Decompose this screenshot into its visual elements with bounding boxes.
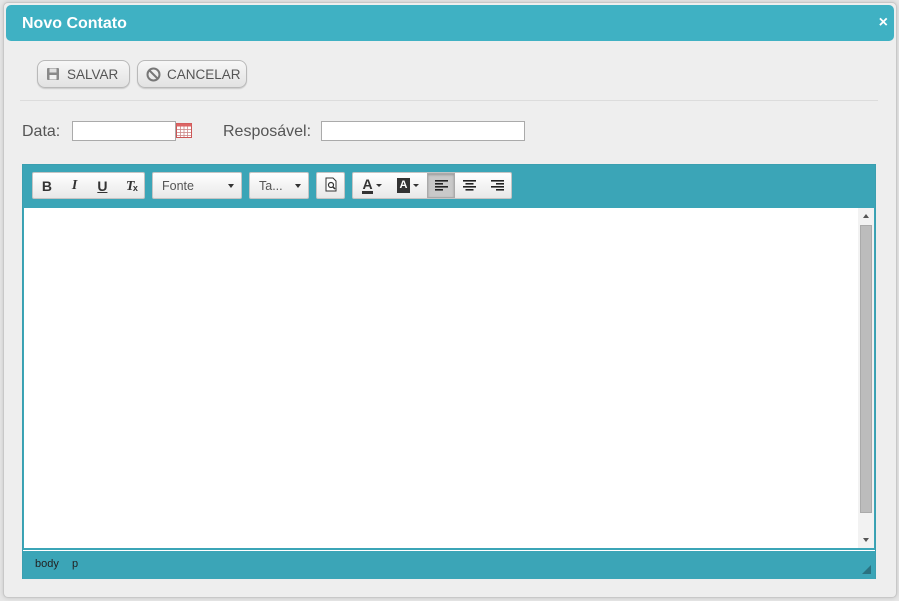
align-right-button[interactable]	[483, 173, 511, 198]
text-color-icon: A	[362, 177, 382, 194]
calendar-icon[interactable]	[176, 122, 192, 138]
bg-color-button[interactable]: A	[389, 173, 427, 198]
dialog-title: Novo Contato	[22, 15, 127, 32]
chevron-down-icon	[228, 183, 234, 188]
path-item-p[interactable]: p	[72, 558, 78, 570]
editor-content-area[interactable]	[24, 208, 874, 548]
vertical-scrollbar[interactable]	[858, 208, 874, 548]
align-center-icon	[462, 178, 476, 194]
editor-text	[24, 208, 874, 224]
remove-format-button[interactable]: Tx	[116, 173, 144, 198]
underline-button[interactable]: U	[89, 173, 117, 198]
preview-button[interactable]	[317, 173, 344, 198]
cancel-button-label: CANCELAR	[167, 66, 241, 82]
remove-format-icon: Tx	[125, 178, 138, 194]
save-button[interactable]: SALVAR	[37, 60, 130, 88]
color-align-group: A A	[352, 172, 512, 199]
align-left-icon	[434, 178, 448, 194]
chevron-down-icon	[295, 183, 301, 188]
bg-color-icon: A	[396, 178, 420, 193]
underline-icon: U	[97, 177, 108, 194]
editor-toolbar: B I U Tx Fonte Ta... A A	[23, 165, 875, 207]
new-contact-dialog: Novo Contato × SALVAR CANCELAR Data: Res…	[3, 2, 897, 598]
align-left-button[interactable]	[427, 173, 455, 198]
italic-button[interactable]: I	[61, 173, 89, 198]
align-center-button[interactable]	[455, 173, 483, 198]
editor-statusbar: body p	[23, 550, 875, 579]
font-combo-label: Fonte	[162, 178, 194, 193]
close-icon[interactable]: ×	[879, 15, 888, 31]
scrollbar-thumb[interactable]	[860, 225, 872, 513]
preview-icon	[324, 177, 338, 195]
path-item-body[interactable]: body	[35, 558, 59, 570]
bold-icon: B	[41, 177, 52, 194]
cancel-button[interactable]: CANCELAR	[137, 60, 247, 88]
italic-icon: I	[71, 177, 78, 193]
scroll-down-icon[interactable]	[863, 538, 869, 542]
floppy-disk-icon	[46, 67, 60, 81]
responsible-label: Resposável:	[223, 123, 312, 140]
scroll-up-icon[interactable]	[863, 214, 869, 218]
rich-text-editor: B I U Tx Fonte Ta... A A body p	[22, 164, 876, 579]
align-right-icon	[490, 178, 504, 194]
save-button-label: SALVAR	[67, 66, 119, 82]
responsible-input[interactable]	[321, 121, 525, 141]
bold-button[interactable]: B	[33, 173, 61, 198]
format-group: B I U Tx	[32, 172, 145, 199]
resize-handle-icon[interactable]	[862, 565, 871, 574]
preview-group	[316, 172, 345, 199]
date-input[interactable]	[72, 121, 176, 141]
action-toolbar: SALVAR CANCELAR	[20, 43, 878, 101]
date-label: Data:	[22, 123, 61, 140]
dialog-titlebar[interactable]: Novo Contato ×	[6, 5, 894, 41]
cancel-circle-icon	[146, 67, 161, 82]
text-color-button[interactable]: A	[355, 173, 389, 198]
size-combo[interactable]: Ta...	[249, 172, 309, 199]
font-combo[interactable]: Fonte	[152, 172, 242, 199]
size-combo-label: Ta...	[259, 178, 283, 193]
